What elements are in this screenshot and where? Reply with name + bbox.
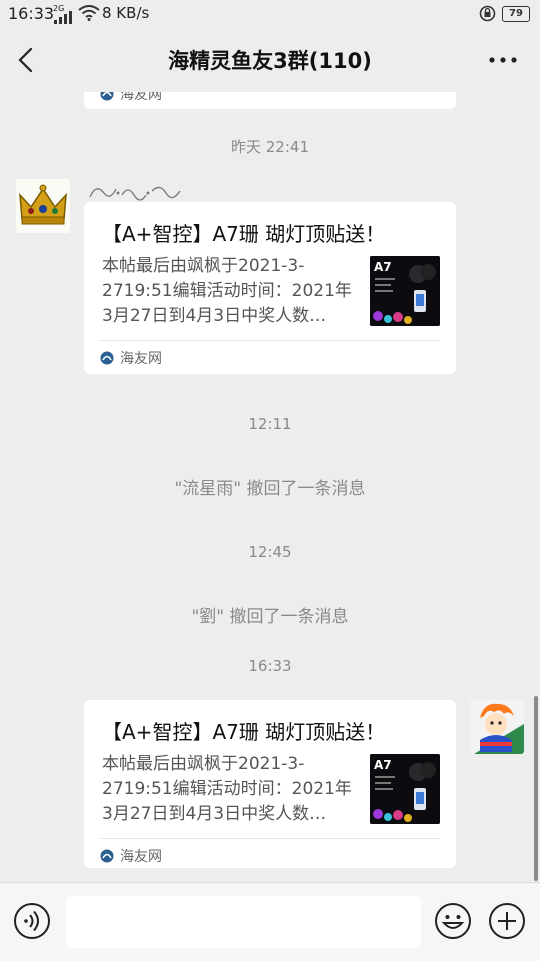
card-title: 【A+智控】A7珊 瑚灯顶贴送！	[102, 720, 386, 744]
network-speed: 8 KB/s	[102, 4, 150, 22]
nickname-flourish-icon	[89, 186, 181, 201]
crown-avatar-icon	[16, 179, 70, 233]
timestamp: 12:45	[248, 543, 292, 561]
thumb-label: A7	[374, 758, 392, 772]
voice-icon	[14, 903, 50, 939]
recall-notice: "流星雨" 撤回了一条消息	[174, 479, 366, 499]
emoji-icon	[435, 903, 471, 939]
haiyou-logo-icon	[100, 92, 114, 101]
card-source: 海友网	[100, 348, 162, 368]
emoji-button[interactable]	[434, 902, 472, 940]
add-button[interactable]	[488, 902, 526, 940]
thumb-label: A7	[374, 260, 392, 274]
card-divider	[100, 838, 440, 839]
message-input[interactable]	[66, 896, 421, 948]
more-button[interactable]	[488, 50, 518, 70]
plus-icon	[489, 903, 525, 939]
message-list[interactable]: 海友网 昨天 22:41 【A+智控】A7珊 瑚灯顶贴送！ 本帖最后由飒枫于20…	[0, 92, 540, 882]
cartoon-avatar-icon	[470, 700, 524, 754]
input-bar	[0, 882, 540, 961]
scrollbar[interactable]	[534, 696, 538, 881]
battery-level: 79	[502, 6, 530, 22]
chat-title: 海精灵鱼友3群(110)	[168, 49, 372, 73]
link-card[interactable]: 【A+智控】A7珊 瑚灯顶贴送！ 本帖最后由飒枫于2021-3-2719:51编…	[84, 700, 456, 868]
card-thumbnail: A7	[370, 754, 440, 824]
chat-header: 海精灵鱼友3群(110)	[0, 28, 540, 92]
my-avatar[interactable]	[470, 700, 524, 754]
card-divider	[100, 340, 440, 341]
card-title: 【A+智控】A7珊 瑚灯顶贴送！	[102, 222, 386, 246]
source-label: 海友网	[120, 92, 162, 103]
card-thumbnail: A7	[370, 256, 440, 326]
message-card-partial[interactable]: 海友网	[84, 92, 456, 109]
voice-button[interactable]	[13, 902, 51, 940]
source-label: 海友网	[120, 849, 162, 865]
product-thumbnail-icon: A7	[370, 256, 440, 326]
haiyou-logo-icon	[100, 351, 114, 365]
more-dots-icon	[489, 57, 517, 63]
status-bar: 16:33 2G 8 KB/s 79	[0, 0, 540, 28]
card-source: 海友网	[100, 846, 162, 866]
wifi-icon	[78, 5, 100, 21]
recall-notice: "劉" 撤回了一条消息	[191, 607, 349, 627]
link-card[interactable]: 【A+智控】A7珊 瑚灯顶贴送！ 本帖最后由飒枫于2021-3-2719:51编…	[84, 202, 456, 374]
card-source: 海友网	[100, 92, 162, 104]
product-thumbnail-icon: A7	[370, 754, 440, 824]
avatar[interactable]	[16, 179, 70, 233]
timestamp: 12:11	[248, 415, 292, 433]
signal-icon	[54, 11, 72, 24]
haiyou-logo-icon	[100, 849, 114, 863]
alarm-icon	[479, 5, 496, 22]
timestamp: 昨天 22:41	[231, 138, 309, 156]
status-time: 16:33	[8, 4, 55, 23]
timestamp: 16:33	[248, 657, 292, 675]
card-description: 本帖最后由飒枫于2021-3-2719:51编辑活动时间：2021年3月27日到…	[102, 256, 352, 326]
source-label: 海友网	[120, 351, 162, 367]
card-description: 本帖最后由飒枫于2021-3-2719:51编辑活动时间：2021年3月27日到…	[102, 754, 352, 824]
